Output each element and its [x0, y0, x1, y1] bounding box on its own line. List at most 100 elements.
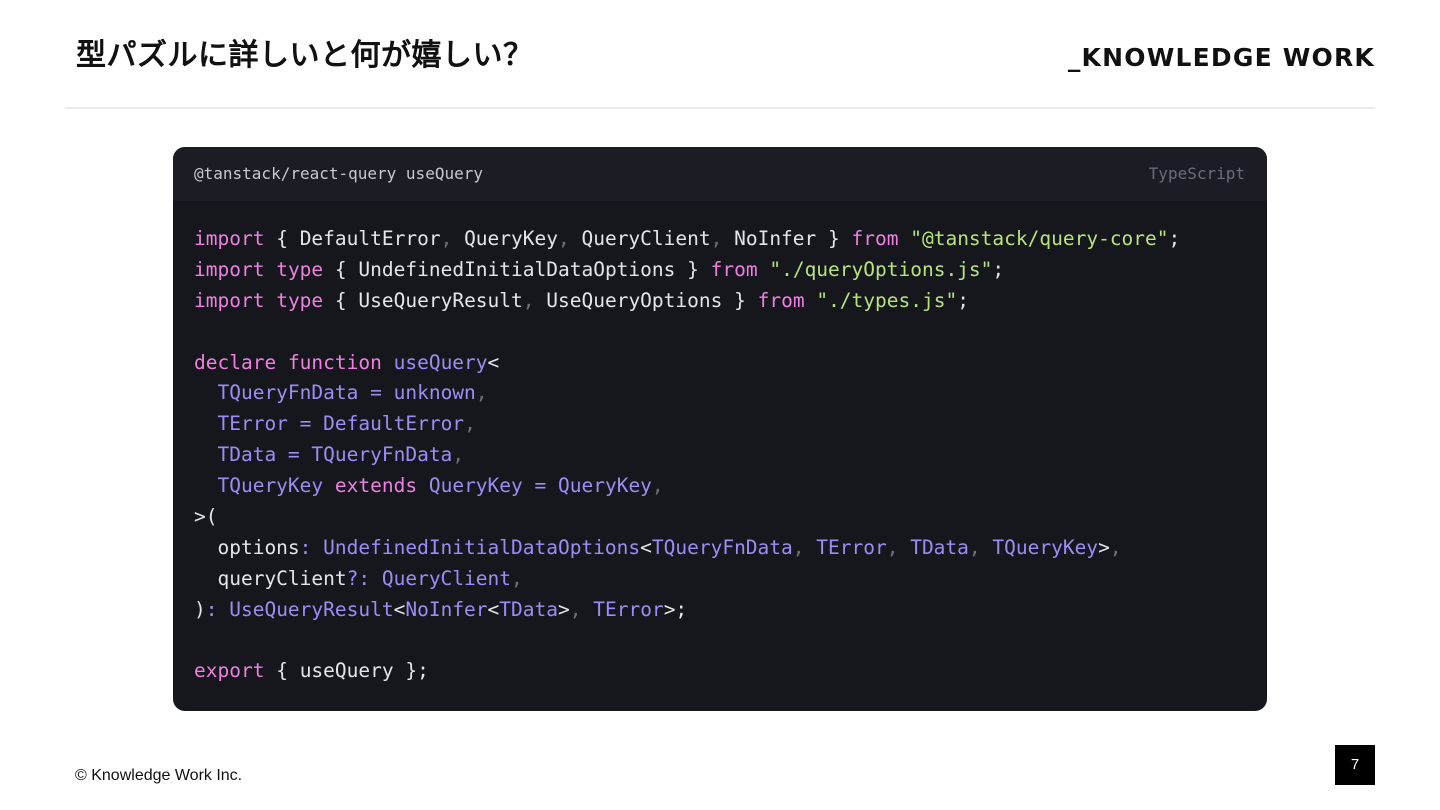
code-token: QueryClient [581, 227, 711, 250]
code-token: , [710, 227, 735, 250]
code-body[interactable]: import { DefaultError, QueryKey, QueryCl… [194, 224, 1257, 687]
code-token: , [569, 597, 594, 621]
code-token: TQueryFnData [217, 381, 359, 405]
code-token: < [487, 350, 500, 374]
code-token: DefaultError [323, 412, 465, 436]
code-token: QueryClient [381, 566, 511, 590]
code-token: >( [194, 505, 218, 529]
code-token: useQuery [393, 350, 488, 374]
code-token: "./types.js" [816, 288, 958, 312]
code-token: declare [194, 350, 277, 374]
code-token: function [287, 350, 382, 374]
code-token: { [323, 257, 359, 281]
code-token: }; [393, 659, 429, 683]
code-token: < [640, 535, 652, 559]
code-token: ) [194, 597, 206, 621]
code-token: TData [910, 535, 969, 559]
code-line: import type { UseQueryResult, UseQueryOp… [194, 286, 1257, 317]
code-token: TQueryKey [992, 535, 1099, 559]
code-token: QueryKey [464, 227, 558, 250]
code-token: : [299, 535, 324, 559]
code-token: { [323, 288, 359, 312]
code-token: } [675, 257, 711, 281]
code-token: : [205, 597, 230, 621]
page-number: 7 [1335, 745, 1375, 785]
code-token: = [276, 443, 312, 467]
code-language-label: TypeScript [1148, 164, 1245, 183]
code-token: < [393, 597, 406, 621]
header-divider [65, 107, 1375, 109]
code-token: TError [816, 535, 887, 559]
code-token: TQueryKey [217, 474, 324, 498]
code-token: > [558, 597, 570, 621]
code-token: from [757, 288, 805, 312]
code-token: , [452, 443, 465, 467]
code-token: TData [217, 443, 277, 467]
code-token: import [194, 257, 265, 281]
code-token: from [710, 257, 758, 281]
code-token: , [886, 535, 911, 559]
code-token: ; [992, 257, 1005, 281]
code-token: UseQueryOptions [546, 288, 723, 312]
code-line: declare function useQuery< [194, 348, 1257, 379]
slide-title: 型パズルに詳しいと何が嬉しい？ [76, 38, 534, 73]
code-line: options: UndefinedInitialDataOptions<TQu… [194, 533, 1257, 564]
code-token: { [264, 227, 300, 250]
code-line: >( [194, 502, 1257, 533]
code-token: = [287, 412, 324, 436]
code-token: "./queryOptions.js" [769, 257, 993, 281]
code-token: queryClient [217, 566, 347, 590]
code-token: , [522, 288, 547, 312]
code-token: TError [217, 412, 288, 436]
code-token: TQueryFnData [651, 535, 793, 559]
code-token: TData [499, 597, 558, 621]
code-token: ; [957, 288, 969, 312]
code-token: NoInfer [405, 597, 488, 621]
code-token: import [194, 288, 265, 312]
code-token: , [511, 566, 523, 590]
code-token: = [358, 381, 394, 405]
code-token: TError [593, 597, 664, 621]
code-token: QueryKey [428, 474, 523, 498]
brand-logo: _KNOWLEDGE WORK [1067, 43, 1375, 72]
code-token: TQueryFnData [311, 443, 453, 467]
copyright-notice: © Knowledge Work Inc. [75, 767, 243, 784]
code-token: ?: [346, 566, 382, 590]
code-token: useQuery [299, 659, 394, 683]
code-token: } [722, 288, 758, 312]
code-token: , [440, 227, 465, 250]
code-line: queryClient?: QueryClient, [194, 564, 1257, 595]
code-token: UndefinedInitialDataOptions [358, 257, 676, 281]
code-line: ): UseQueryResult<NoInfer<TData>, TError… [194, 595, 1257, 626]
code-token: "@tanstack/query-core" [910, 227, 1169, 250]
code-line: TQueryKey extends QueryKey = QueryKey, [194, 471, 1257, 502]
code-token: , [968, 535, 993, 559]
code-block-header: @tanstack/react-query useQuery TypeScrip… [173, 147, 1267, 201]
code-token: ; [1168, 227, 1181, 250]
code-line: TError = DefaultError, [194, 409, 1257, 440]
code-token: , [1109, 535, 1122, 559]
code-token: options [217, 535, 300, 559]
code-token: } [816, 227, 852, 250]
code-line: import type { UndefinedInitialDataOption… [194, 255, 1257, 286]
code-token: NoInfer [734, 227, 817, 250]
code-token: >; [663, 597, 688, 621]
code-token: = [522, 474, 558, 498]
code-token: UndefinedInitialDataOptions [323, 535, 641, 559]
code-token: import [194, 227, 265, 250]
code-line: TQueryFnData = unknown, [194, 378, 1257, 409]
code-token: UseQueryResult [229, 597, 394, 621]
code-token: QueryKey [558, 474, 652, 498]
code-token: type [276, 257, 324, 281]
